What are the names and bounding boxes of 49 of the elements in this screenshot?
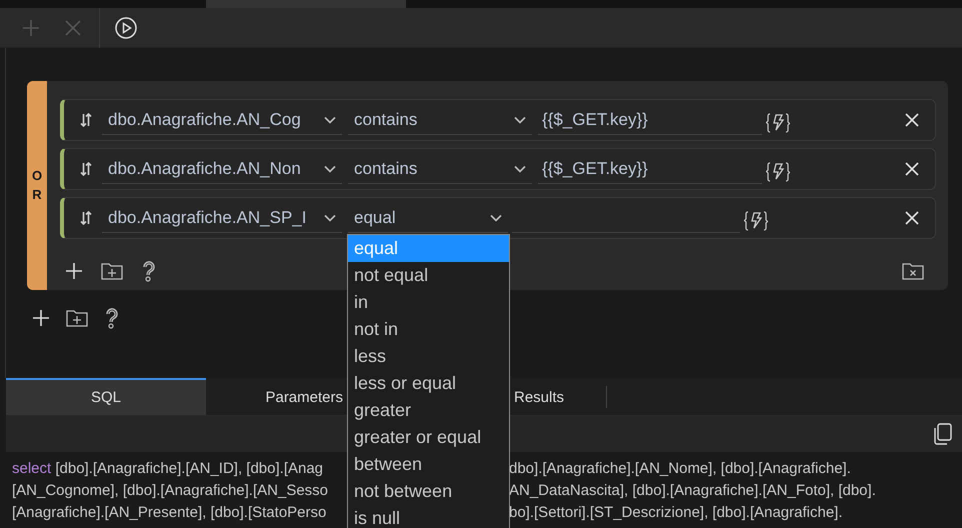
conjunction-label[interactable]: OR: [30, 167, 44, 204]
close-button[interactable]: [905, 162, 919, 176]
field-select[interactable]: dbo.Anagrafiche.AN_SP_I: [102, 203, 342, 233]
dropdown-option[interactable]: not in: [348, 316, 509, 343]
sort-icon[interactable]: [80, 162, 92, 176]
sql-text: dbo].[Anagrafiche].[AN_Nome], [dbo].[Anagrafiche].: [509, 460, 851, 476]
value-field[interactable]: {{$_GET.key}}: [538, 154, 762, 184]
help-icon[interactable]: [141, 260, 157, 282]
dropdown-option[interactable]: is null: [348, 505, 509, 528]
dynamic-data-icon[interactable]: [766, 162, 790, 184]
chevron-icon: [324, 116, 336, 124]
tab[interactable]: Parameters: [206, 378, 346, 415]
tab[interactable]: SQL: [6, 378, 206, 415]
field-select[interactable]: dbo.Anagrafiche.AN_Non: [102, 154, 342, 184]
tab[interactable]: Results: [512, 378, 606, 415]
dropdown-option[interactable]: not equal: [348, 262, 509, 289]
sql-text: AN_DataNascita], [dbo].[Anagrafiche].[AN_Foto], [dbo].: [509, 482, 876, 498]
copy-icon[interactable]: [932, 423, 952, 445]
dropdown-option[interactable]: greater: [348, 397, 509, 424]
chevron-icon: [514, 164, 526, 172]
dropdown-option[interactable]: less: [348, 343, 509, 370]
remove-group-icon[interactable]: [902, 262, 924, 280]
dropdown-option[interactable]: between: [348, 451, 509, 478]
chevron-icon: [324, 214, 336, 222]
sort-icon[interactable]: [80, 211, 92, 225]
dropdown-option[interactable]: greater or equal: [348, 424, 509, 451]
dropdown-option[interactable]: in: [348, 289, 509, 316]
help-icon[interactable]: [104, 307, 120, 329]
dropdown-option[interactable]: not between: [348, 478, 509, 505]
chevron-icon: [514, 116, 526, 124]
sql-text: bo].[Settori].[ST_Descrizione], [dbo].[Anagrafiche].: [509, 504, 843, 520]
dropdown-option[interactable]: less or equal: [348, 370, 509, 397]
close-button[interactable]: [905, 211, 919, 225]
chevron-icon: [324, 164, 336, 172]
operator-select[interactable]: contains: [348, 105, 532, 135]
field-select[interactable]: dbo.Anagrafiche.AN_Cog: [102, 105, 342, 135]
sql-text: [AN_Cognome], [dbo].[Anagrafiche].[AN_Sesso: [12, 482, 330, 498]
sql-text: [Anagrafiche].[AN_Presente], [dbo].[StatoPerso: [12, 504, 328, 520]
dynamic-data-icon[interactable]: [766, 113, 790, 135]
chevron-icon: [490, 214, 502, 222]
add-group-icon[interactable]: [66, 309, 88, 327]
close-button[interactable]: [905, 113, 919, 127]
value-field[interactable]: {{$_GET.key}}: [538, 105, 762, 135]
play-icon[interactable]: [115, 16, 137, 38]
dynamic-data-icon[interactable]: [744, 211, 768, 233]
sort-icon[interactable]: [80, 113, 92, 127]
operator-select[interactable]: contains: [348, 154, 532, 184]
sql-text: select [dbo].[Anagrafiche].[AN_ID], [dbo].[Anag: [12, 460, 324, 476]
add-group-icon[interactable]: [101, 262, 123, 280]
